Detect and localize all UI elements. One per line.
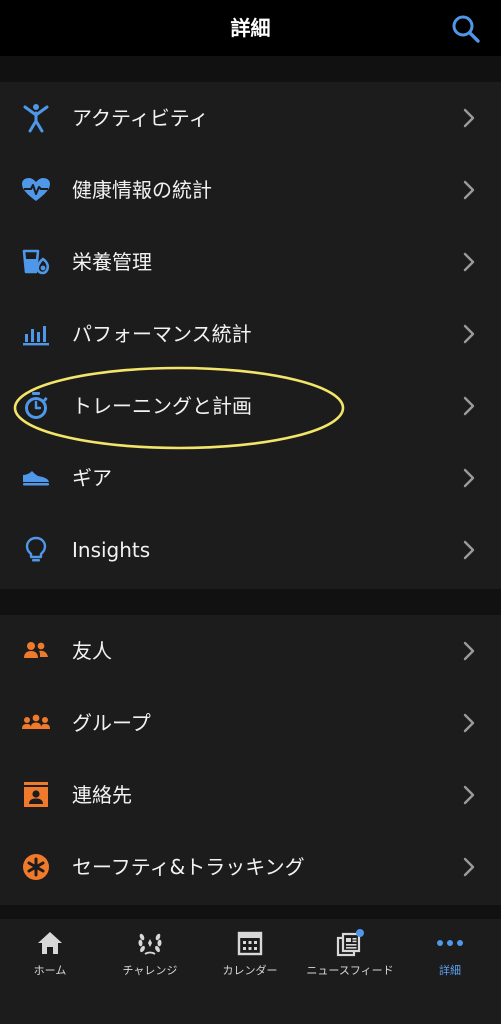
menu-item-label: ギア [72,466,112,490]
section-gap [0,589,501,615]
calendar-icon [237,931,263,956]
chevron-right-icon [463,108,475,128]
group-icon [20,709,52,737]
home-icon [38,932,62,954]
laurel-icon [138,933,162,955]
menu-item-label: パフォーマンス統計 [72,322,252,346]
menu-section-main: アクティビティ 健康情報の統計 栄養管理 パフォーマンス統計 トレーニングと計画… [0,82,501,589]
menu-section-social: 友人 グループ 連絡先 セーフティ&トラッキング [0,615,501,905]
activity-figure-icon [20,104,52,133]
tab-label: 詳細 [439,964,461,977]
tab-bar: ホーム チャレンジ カレンダー ニュースフィード 詳細 [0,919,501,1024]
menu-item-label: 連絡先 [72,783,132,807]
menu-item-friends[interactable]: 友人 [0,615,501,687]
safety-asterisk-icon [20,853,52,881]
menu-item-label: 友人 [72,639,112,663]
more-dots-icon [437,940,463,946]
tab-home[interactable]: ホーム [0,919,100,999]
chevron-right-icon [463,396,475,416]
chevron-right-icon [463,857,475,877]
menu-item-training-plans[interactable]: トレーニングと計画 [0,370,501,442]
chevron-right-icon [463,540,475,560]
menu-item-label: トレーニングと計画 [72,394,252,418]
bar-chart-icon [20,320,52,348]
tab-label: カレンダー [222,964,278,977]
nutrition-icon [20,248,52,276]
contact-card-icon [20,781,52,809]
screen: 詳細 アクティビティ 健康情報の統計 栄養管理 パフォーマンス統計 トレーニング… [0,0,501,1024]
tab-calendar[interactable]: カレンダー [200,919,300,999]
menu-item-safety-tracking[interactable]: セーフティ&トラッキング [0,831,501,903]
tab-newsfeed[interactable]: ニュースフィード [300,919,400,999]
menu-item-gear[interactable]: ギア [0,442,501,514]
chevron-right-icon [463,252,475,272]
tab-label: ニュースフィード [306,964,394,977]
search-icon [452,15,480,43]
chevron-right-icon [463,641,475,661]
chevron-right-icon [463,180,475,200]
menu-item-insights[interactable]: Insights [0,514,501,586]
menu-item-label: セーフティ&トラッキング [72,855,305,879]
section-gap [0,905,501,919]
heart-pulse-icon [20,176,52,204]
menu-item-performance-stats[interactable]: パフォーマンス統計 [0,298,501,370]
newsfeed-icon [336,929,364,957]
tab-challenges[interactable]: チャレンジ [100,919,200,999]
menu-item-label: 健康情報の統計 [72,178,212,202]
tab-more[interactable]: 詳細 [400,919,500,999]
chevron-right-icon [463,713,475,733]
shoe-icon [20,464,52,492]
tab-label: チャレンジ [122,964,178,977]
lightbulb-icon [20,536,52,564]
menu-item-health-stats[interactable]: 健康情報の統計 [0,154,501,226]
page-title: 詳細 [230,16,271,40]
menu-item-groups[interactable]: グループ [0,687,501,759]
tab-label: ホーム [33,964,67,977]
search-button[interactable] [449,12,483,46]
friends-icon [20,637,52,665]
menu-item-label: 栄養管理 [72,250,152,274]
chevron-right-icon [463,785,475,805]
section-gap [0,56,501,82]
chevron-right-icon [463,468,475,488]
menu-item-label: アクティビティ [72,106,209,130]
menu-item-contacts[interactable]: 連絡先 [0,759,501,831]
menu-item-label: グループ [72,711,151,735]
header: 詳細 [0,0,501,56]
menu-item-activities[interactable]: アクティビティ [0,82,501,154]
stopwatch-icon [20,392,52,420]
chevron-right-icon [463,324,475,344]
menu-item-label: Insights [72,538,151,562]
menu-item-nutrition[interactable]: 栄養管理 [0,226,501,298]
